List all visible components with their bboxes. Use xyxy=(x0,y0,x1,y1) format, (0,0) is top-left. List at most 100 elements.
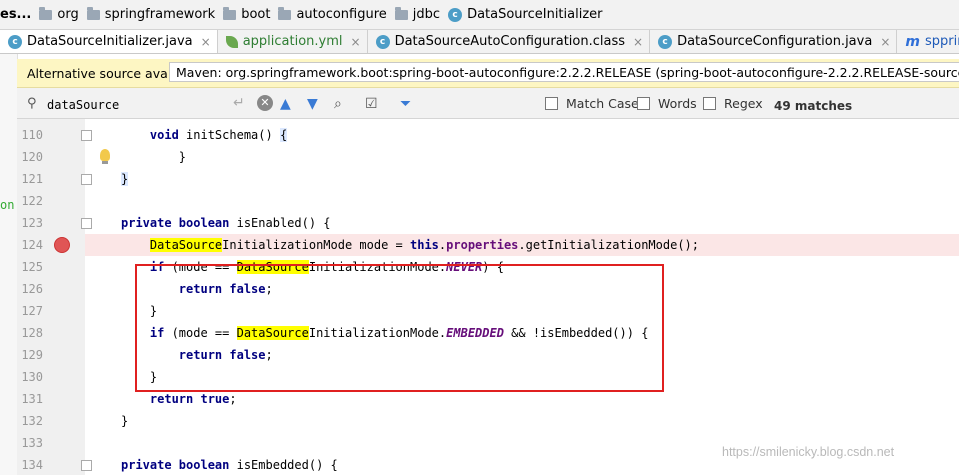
option-label: Regex xyxy=(724,96,763,111)
line-number[interactable]: 122 xyxy=(17,194,43,208)
watermark-text: https://smilenicky.blog.csdn.net xyxy=(722,445,895,459)
line-number[interactable]: 129 xyxy=(17,348,43,362)
line-number[interactable]: 127 xyxy=(17,304,43,318)
code-line[interactable]: 132} xyxy=(17,410,959,432)
close-icon[interactable]: × xyxy=(880,35,890,49)
clear-search-icon[interactable]: ✕ xyxy=(257,95,273,111)
code-text: return true; xyxy=(121,392,237,406)
filter-icon[interactable]: ⏷ xyxy=(400,96,411,112)
code-token: isEmbedded() { xyxy=(229,458,338,472)
new-line-icon[interactable]: ↵ xyxy=(233,95,245,111)
close-icon[interactable]: × xyxy=(351,35,361,49)
option-label: Words xyxy=(658,96,697,111)
keyword-token: this xyxy=(410,238,439,252)
tab-application-yml[interactable]: application.yml × xyxy=(218,30,368,53)
code-text: private boolean isEnabled() { xyxy=(121,216,331,230)
code-line[interactable]: 121} xyxy=(17,168,959,190)
regex-option[interactable]: Regex xyxy=(703,96,763,111)
line-number[interactable]: 126 xyxy=(17,282,43,296)
code-line[interactable]: 124 DataSourceInitializationMode mode = … xyxy=(17,234,959,256)
tab-sppringboot-jdbc[interactable]: m sppringboot-jdbc xyxy=(897,30,959,53)
left-tool-strip: on' xyxy=(0,54,22,475)
keyword-token: void xyxy=(149,128,179,142)
code-editor[interactable]: 110 void initSchema() {120 } 121} 122 123 pr… xyxy=(17,119,959,475)
code-token: initSchema() xyxy=(178,128,280,142)
keyword-token: private boolean xyxy=(121,458,230,472)
words-option[interactable]: Words xyxy=(637,96,697,111)
editor-tabs: c DataSourceInitializer.java × applicati… xyxy=(0,30,959,54)
fold-marker-icon[interactable] xyxy=(81,174,92,185)
code-token: { xyxy=(279,128,288,142)
breakpoint-icon[interactable] xyxy=(54,237,70,253)
tab-label: DataSourceConfiguration.java xyxy=(677,34,873,49)
tab-datasourceinitializer[interactable]: c DataSourceInitializer.java × xyxy=(0,30,218,53)
regex-checkbox[interactable] xyxy=(703,97,716,110)
fold-marker-icon[interactable] xyxy=(81,218,92,229)
breadcrumb-label: autoconfigure xyxy=(296,7,387,22)
breadcrumb-item-autoconfigure[interactable]: autoconfigure xyxy=(274,0,390,29)
match-case-option[interactable]: Match Case xyxy=(545,96,639,111)
search-icon[interactable]: ⚲ xyxy=(27,96,37,111)
tab-datasourceautoconfiguration[interactable]: c DataSourceAutoConfiguration.class × xyxy=(368,30,651,53)
match-case-checkbox[interactable] xyxy=(545,97,558,110)
keyword-token: private boolean xyxy=(121,216,230,230)
code-text: void initSchema() { xyxy=(121,128,288,142)
option-label: Match Case xyxy=(566,96,639,111)
code-line[interactable]: 122 xyxy=(17,190,959,212)
words-checkbox[interactable] xyxy=(637,97,650,110)
line-number[interactable]: 123 xyxy=(17,216,43,230)
line-number[interactable]: 125 xyxy=(17,260,43,274)
folder-icon xyxy=(39,6,53,20)
line-number[interactable]: 110 xyxy=(17,128,43,142)
fold-marker-icon[interactable] xyxy=(81,130,92,141)
field-token: properties xyxy=(446,238,519,252)
line-number[interactable]: 131 xyxy=(17,392,43,406)
code-line[interactable]: 110 void initSchema() { xyxy=(17,124,959,146)
breadcrumb-label: es... xyxy=(0,7,32,22)
breadcrumb-item-class[interactable]: c DataSourceInitializer xyxy=(444,0,606,29)
line-number[interactable]: 133 xyxy=(17,436,43,450)
tab-datasourceconfiguration[interactable]: c DataSourceConfiguration.java × xyxy=(650,30,898,53)
code-token: InitializationMode mode = xyxy=(222,238,410,252)
line-number[interactable]: 130 xyxy=(17,370,43,384)
breadcrumb-label: org xyxy=(57,7,79,22)
line-number[interactable]: 120 xyxy=(17,150,43,164)
code-text: } xyxy=(121,414,128,428)
breadcrumb-label: springframework xyxy=(104,7,216,22)
find-all-icon[interactable]: ⌕ xyxy=(334,96,342,112)
line-number[interactable]: 124 xyxy=(17,238,43,252)
banner-message: Alternative source ava... xyxy=(27,66,180,81)
close-icon[interactable]: × xyxy=(633,35,643,49)
select-all-occurrences-icon[interactable]: ☑ xyxy=(365,96,378,112)
spring-leaf-icon xyxy=(225,35,238,48)
line-number[interactable]: 121 xyxy=(17,172,43,186)
close-icon[interactable]: × xyxy=(201,35,211,49)
line-number[interactable]: 128 xyxy=(17,326,43,340)
line-number[interactable]: 134 xyxy=(17,458,43,472)
breadcrumb-item-jdbc[interactable]: jdbc xyxy=(391,0,444,29)
line-number[interactable]: 132 xyxy=(17,414,43,428)
breadcrumb-item-boot[interactable]: boot xyxy=(219,0,274,29)
match-count: 49 matches xyxy=(774,99,853,113)
breadcrumb-item-org[interactable]: org xyxy=(35,0,82,29)
folder-icon xyxy=(278,6,292,20)
class-c-icon: c xyxy=(658,34,673,49)
search-match: DataSource xyxy=(149,238,223,252)
breadcrumb-label: DataSourceInitializer xyxy=(467,7,603,22)
next-occurrence-icon[interactable]: ▼ xyxy=(307,96,318,112)
tab-label: DataSourceInitializer.java xyxy=(27,34,193,49)
breadcrumb-item-project[interactable]: es... xyxy=(0,0,35,29)
class-c-icon: c xyxy=(448,7,463,22)
code-token: .getInitializationMode(); xyxy=(518,238,700,252)
previous-occurrence-icon[interactable]: ▲ xyxy=(280,96,291,112)
breadcrumb-item-springframework[interactable]: springframework xyxy=(83,0,219,29)
search-input[interactable] xyxy=(45,95,239,115)
class-c-icon: c xyxy=(375,34,390,49)
maven-source-select[interactable]: Maven: org.springframework.boot:spring-b… xyxy=(169,62,959,82)
fold-marker-icon[interactable] xyxy=(81,460,92,471)
code-line[interactable]: 120 } xyxy=(17,146,959,168)
lightbulb-icon[interactable] xyxy=(100,149,110,164)
code-line[interactable]: 123 private boolean isEnabled() { xyxy=(17,212,959,234)
alternative-source-banner: Alternative source ava... Maven: org.spr… xyxy=(17,59,959,88)
